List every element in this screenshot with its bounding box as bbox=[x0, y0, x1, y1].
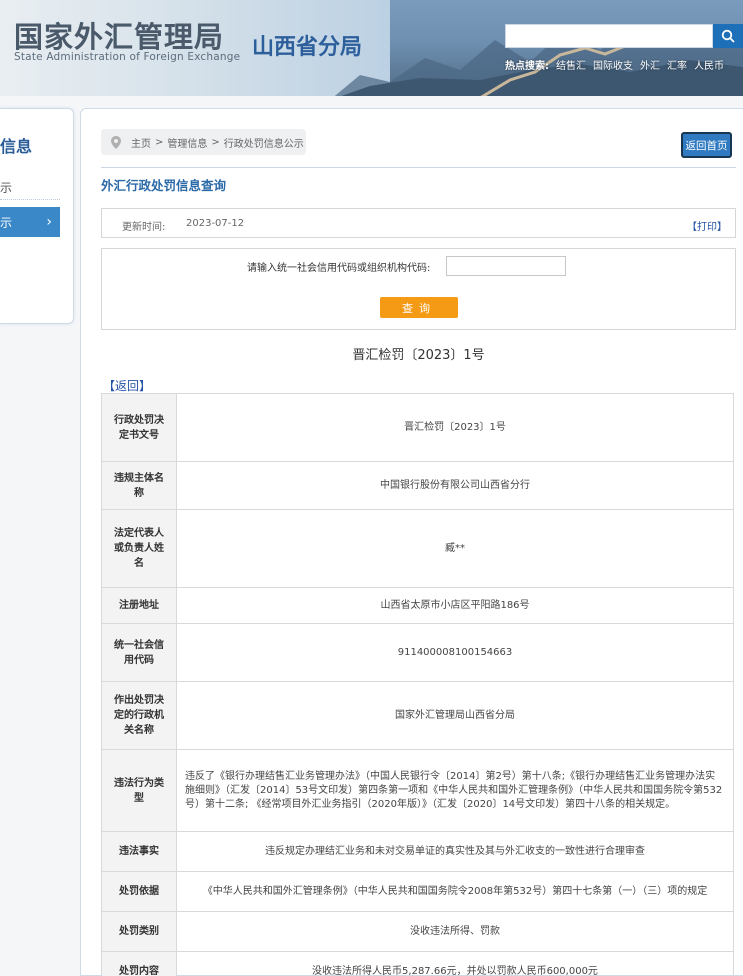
sidebar-item-active[interactable]: 示 › bbox=[0, 207, 60, 237]
row-value: 没收违法所得、罚款 bbox=[176, 911, 734, 952]
hot-link-waihui[interactable]: 外汇 bbox=[640, 57, 660, 72]
update-time-value: 2023-07-12 bbox=[186, 218, 245, 229]
row-value: 国家外汇管理局山西省分局 bbox=[176, 681, 734, 750]
row-value: 臧** bbox=[176, 509, 734, 588]
left-sidebar: 信息 示 示 › bbox=[0, 108, 74, 324]
breadcrumb-home[interactable]: 主页 bbox=[131, 135, 151, 150]
row-value: 中国银行股份有限公司山西省分行 bbox=[176, 461, 734, 510]
table-row: 违法行为类型 违反了《银行办理结售汇业务管理办法》（中国人民银行令〔2014〕第… bbox=[101, 749, 734, 832]
row-value: 山西省太原市小店区平阳路186号 bbox=[176, 587, 734, 624]
row-key: 统一社会信用代码 bbox=[101, 623, 177, 682]
sidebar-divider bbox=[0, 199, 60, 200]
update-info-bar: 更新时间: 2023-07-12 【打印】 bbox=[101, 208, 736, 238]
row-key: 注册地址 bbox=[101, 587, 177, 624]
table-row: 违法事实 违反规定办理结汇业务和未对交易单证的真实性及其与外汇收支的一致性进行合… bbox=[101, 831, 734, 872]
query-form: 请输入统一社会信用代码或组织机构代码: 查询 bbox=[101, 248, 736, 330]
sidebar-title: 信息 bbox=[0, 137, 33, 156]
table-row: 注册地址 山西省太原市小店区平阳路186号 bbox=[101, 587, 734, 624]
table-row: 行政处罚决定书文号 晋汇检罚〔2023〕1号 bbox=[101, 393, 734, 462]
row-key: 行政处罚决定书文号 bbox=[101, 393, 177, 462]
hot-link-huilv[interactable]: 汇率 bbox=[667, 57, 687, 72]
row-key: 处罚类别 bbox=[101, 911, 177, 952]
penalty-info-table: 行政处罚决定书文号 晋汇检罚〔2023〕1号 违规主体名称 中国银行股份有限公司… bbox=[101, 393, 734, 976]
row-key: 法定代表人或负责人姓名 bbox=[101, 509, 177, 588]
hot-link-renminbi[interactable]: 人民币 bbox=[694, 57, 724, 72]
sidebar-item-label: 示 bbox=[0, 215, 13, 230]
hot-search-links: 热点搜索: 结售汇 国际收支 外汇 汇率 人民币 bbox=[505, 57, 724, 72]
search-icon bbox=[721, 29, 735, 43]
row-key: 处罚内容 bbox=[101, 951, 177, 976]
site-header: 国家外汇管理局 State Administration of Foreign … bbox=[0, 0, 743, 96]
table-row: 处罚内容 没收违法所得人民币5,287.66元，并处以罚款人民币600,000元 bbox=[101, 951, 734, 976]
document-title: 晋汇检罚〔2023〕1号 bbox=[352, 348, 485, 363]
breadcrumb-separator: > bbox=[211, 136, 220, 148]
row-key: 作出处罚决定的行政机关名称 bbox=[101, 681, 177, 750]
table-row: 处罚依据 《中华人民共和国外汇管理条例》（中华人民共和国国务院令2008年第53… bbox=[101, 871, 734, 912]
credit-code-label: 请输入统一社会信用代码或组织机构代码: bbox=[247, 263, 431, 274]
table-row: 法定代表人或负责人姓名 臧** bbox=[101, 509, 734, 588]
sidebar-item[interactable]: 示 bbox=[0, 179, 12, 196]
hot-link-guojishouzhi[interactable]: 国际收支 bbox=[593, 57, 633, 72]
site-logo-title: 国家外汇管理局 bbox=[14, 20, 225, 54]
section-title: 外汇行政处罚信息查询 bbox=[101, 178, 227, 193]
table-row: 违规主体名称 中国银行股份有限公司山西省分行 bbox=[101, 461, 734, 510]
row-value: 911400008100154663 bbox=[176, 623, 734, 682]
table-row: 作出处罚决定的行政机关名称 国家外汇管理局山西省分局 bbox=[101, 681, 734, 750]
row-value: 违反了《银行办理结售汇业务管理办法》（中国人民银行令〔2014〕第2号）第十八条… bbox=[176, 749, 734, 832]
breadcrumb-management-info[interactable]: 管理信息 bbox=[167, 135, 207, 150]
row-key: 违规主体名称 bbox=[101, 461, 177, 510]
hot-link-jieshouhui[interactable]: 结售汇 bbox=[556, 57, 586, 72]
row-value: 晋汇检罚〔2023〕1号 bbox=[176, 393, 734, 462]
main-panel: 主页 > 管理信息 > 行政处罚信息公示 返回首页 外汇行政处罚信息查询 更新时… bbox=[80, 108, 743, 976]
site-search-input[interactable] bbox=[505, 24, 713, 48]
breadcrumb: 主页 > 管理信息 > 行政处罚信息公示 bbox=[101, 129, 306, 155]
site-search-button[interactable] bbox=[713, 24, 743, 48]
chevron-right-icon: › bbox=[46, 214, 52, 230]
query-button[interactable]: 查询 bbox=[380, 297, 458, 318]
credit-code-input[interactable] bbox=[446, 256, 566, 276]
breadcrumb-penalty-disclosure[interactable]: 行政处罚信息公示 bbox=[224, 135, 304, 150]
site-logo-subtitle: State Administration of Foreign Exchange bbox=[14, 51, 241, 63]
print-link[interactable]: 【打印】 bbox=[687, 218, 727, 233]
row-key: 违法行为类型 bbox=[101, 749, 177, 832]
breadcrumb-separator: > bbox=[155, 136, 164, 148]
location-pin-icon bbox=[111, 135, 121, 149]
return-link[interactable]: 【返回】 bbox=[103, 377, 151, 394]
row-key: 处罚依据 bbox=[101, 871, 177, 912]
table-row: 处罚类别 没收违法所得、罚款 bbox=[101, 911, 734, 952]
row-value: 没收违法所得人民币5,287.66元，并处以罚款人民币600,000元 bbox=[176, 951, 734, 976]
update-time-label: 更新时间: bbox=[122, 222, 166, 233]
hot-search-label: 热点搜索: bbox=[505, 61, 549, 72]
header-divider bbox=[101, 167, 736, 168]
back-home-button[interactable]: 返回首页 bbox=[681, 132, 732, 158]
row-value: 《中华人民共和国外汇管理条例》（中华人民共和国国务院令2008年第532号）第四… bbox=[176, 871, 734, 912]
row-key: 违法事实 bbox=[101, 831, 177, 872]
table-row: 统一社会信用代码 911400008100154663 bbox=[101, 623, 734, 682]
branch-name: 山西省分局 bbox=[252, 35, 363, 60]
row-value: 违反规定办理结汇业务和未对交易单证的真实性及其与外汇收支的一致性进行合理审查 bbox=[176, 831, 734, 872]
